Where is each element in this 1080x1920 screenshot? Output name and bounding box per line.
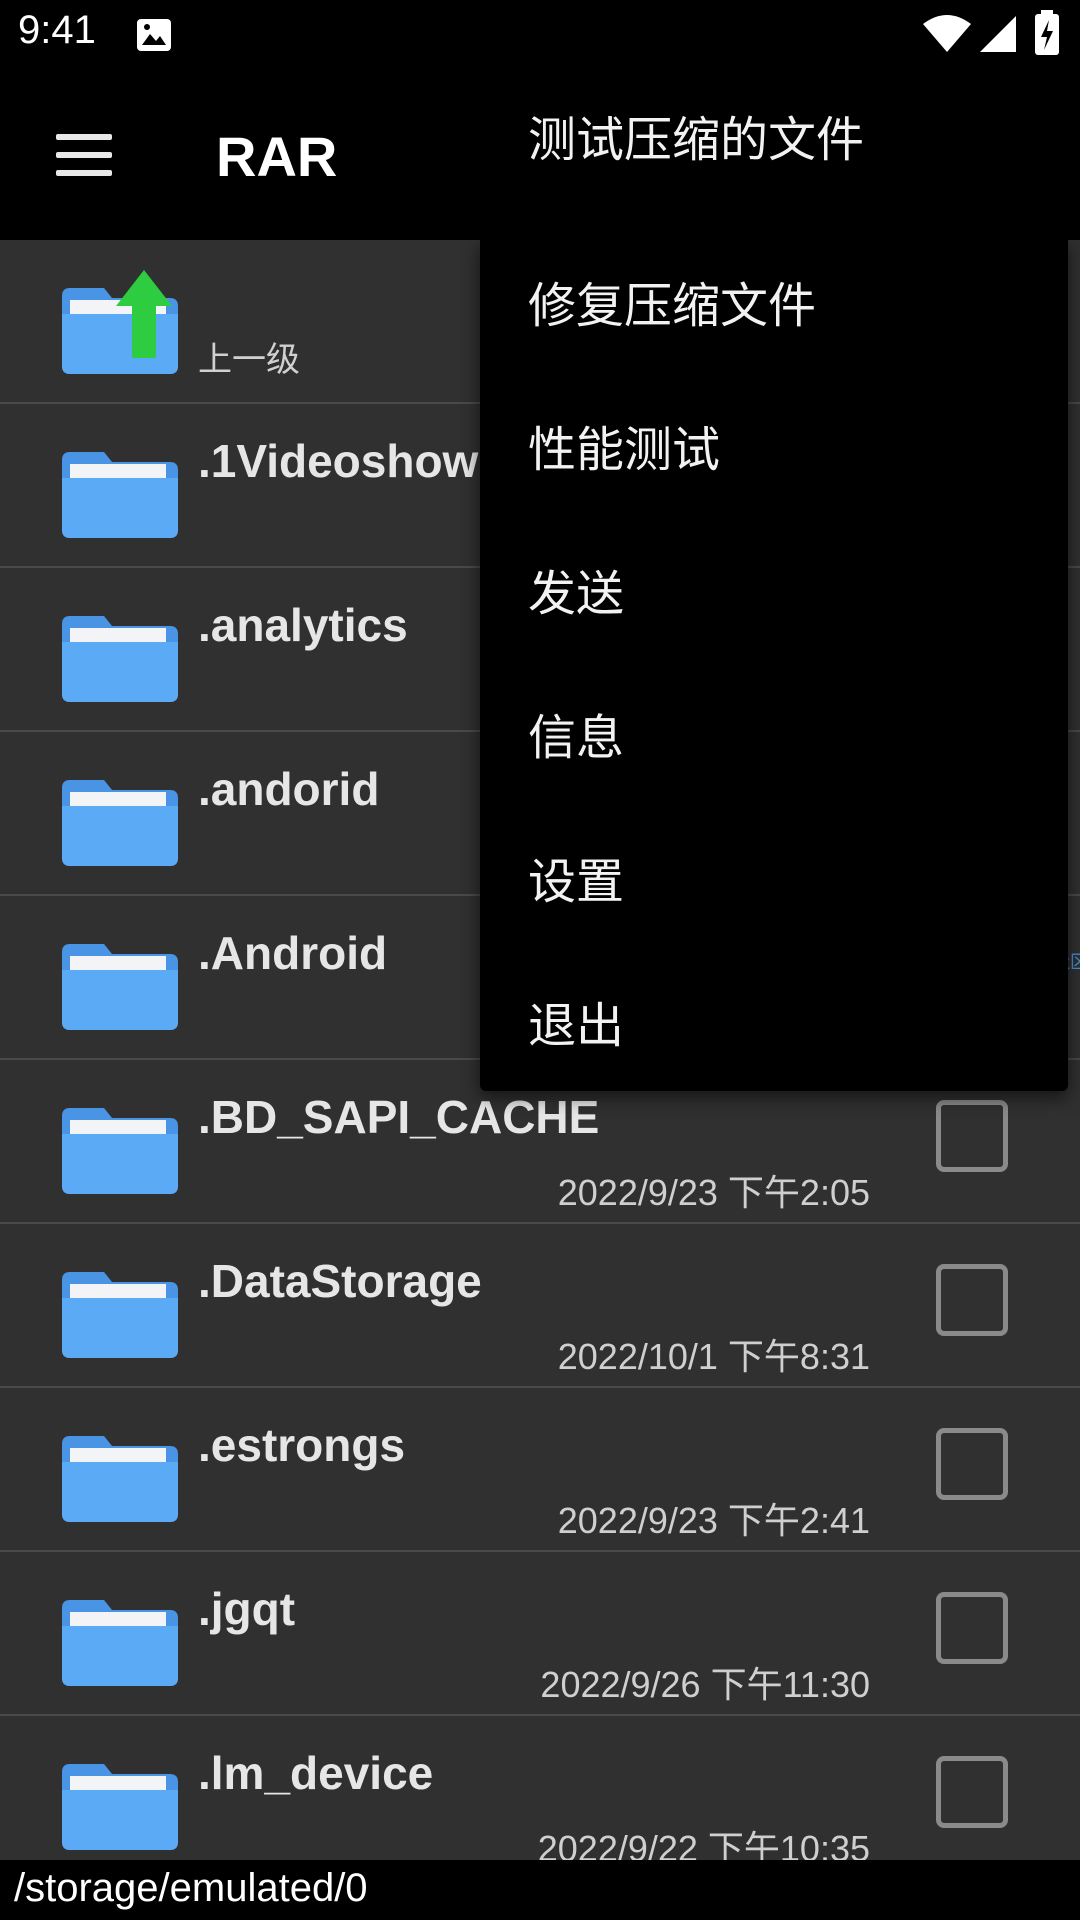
folder-name: .1Videoshow	[198, 435, 479, 487]
path-bar: /storage/emulated/0	[0, 1860, 1080, 1920]
current-path: /storage/emulated/0	[14, 1866, 368, 1910]
folder-icon	[62, 1764, 178, 1850]
folder-name: .analytics	[198, 599, 408, 651]
status-bar: 9:41	[0, 0, 1080, 72]
menu-icon-line	[56, 152, 112, 158]
menu-item-send[interactable]: 发送	[528, 554, 624, 624]
folder-row[interactable]: .DataStorage 2022/10/1 下午8:31	[0, 1224, 1080, 1388]
folder-row[interactable]: .estrongs 2022/9/23 下午2:41	[0, 1388, 1080, 1552]
parent-directory-label: 上一级	[198, 340, 300, 380]
menu-item-info[interactable]: 信息	[528, 698, 624, 768]
folder-name: .lm_device	[198, 1747, 434, 1799]
select-checkbox[interactable]	[936, 1264, 1008, 1336]
folder-up-icon	[62, 270, 178, 374]
select-checkbox[interactable]	[936, 1592, 1008, 1664]
folder-name: .andorid	[198, 763, 380, 815]
folder-icon	[62, 1272, 178, 1358]
folder-icon	[62, 944, 178, 1030]
folder-date: 2022/9/23 下午2:05	[557, 1172, 870, 1213]
select-checkbox[interactable]	[936, 1100, 1008, 1172]
folder-icon	[62, 616, 178, 702]
select-checkbox[interactable]	[936, 1428, 1008, 1500]
cellular-signal-icon	[980, 16, 1016, 52]
menu-item-test-archive[interactable]: 测试压缩的文件	[528, 100, 864, 170]
folder-icon	[62, 1436, 178, 1522]
folder-name: .BD_SAPI_CACHE	[198, 1091, 600, 1143]
folder-name: .Android	[198, 927, 388, 979]
folder-icon	[62, 452, 178, 538]
folder-date: 2022/9/23 下午2:41	[557, 1500, 870, 1541]
menu-icon-line	[56, 170, 112, 176]
folder-date: 2022/9/26 下午11:30	[540, 1664, 870, 1705]
overflow-menu: 修复压缩文件 性能测试 发送 信息 设置 退出	[480, 240, 1068, 1091]
menu-icon	[56, 134, 112, 140]
select-checkbox[interactable]	[936, 1756, 1008, 1828]
battery-charging-icon	[1035, 10, 1059, 55]
menu-item-benchmark[interactable]: 性能测试	[528, 410, 720, 480]
menu-item-repair-archive[interactable]: 修复压缩文件	[528, 266, 816, 336]
folder-icon	[62, 1600, 178, 1686]
folder-name: .jgqt	[198, 1583, 296, 1635]
folder-name: .estrongs	[198, 1419, 406, 1471]
status-time: 9:41	[18, 8, 96, 52]
folder-row[interactable]: .jgqt 2022/9/26 下午11:30	[0, 1552, 1080, 1716]
app-title: RAR	[216, 125, 338, 188]
folder-icon	[62, 780, 178, 866]
folder-date: 2022/10/1 下午8:31	[557, 1336, 870, 1377]
hamburger-menu-button[interactable]	[40, 118, 128, 194]
menu-item-exit[interactable]: 退出	[528, 986, 624, 1056]
folder-icon	[62, 1108, 178, 1194]
folder-row[interactable]: .lm_device 2022/9/22 下午10:35	[0, 1716, 1080, 1880]
image-notification-icon	[137, 19, 171, 51]
folder-name: .DataStorage	[198, 1255, 482, 1307]
wifi-icon	[923, 15, 971, 52]
menu-item-settings[interactable]: 设置	[528, 842, 624, 912]
